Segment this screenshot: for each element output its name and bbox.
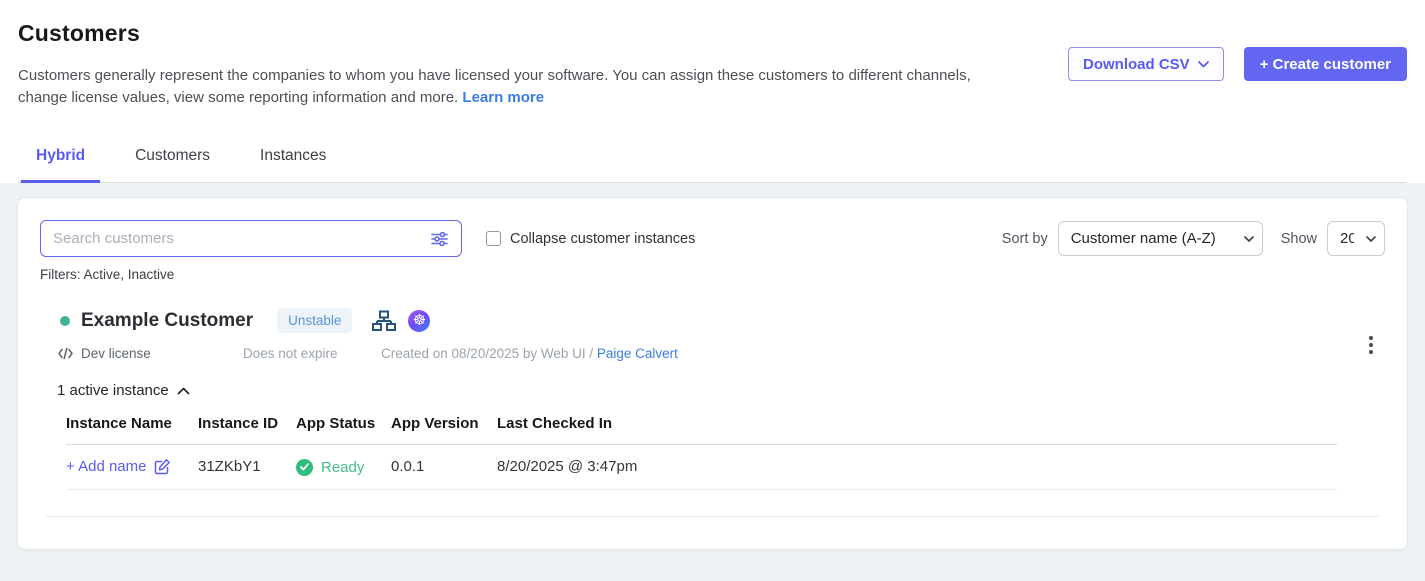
show-select[interactable]: 20 xyxy=(1327,221,1385,256)
create-customer-button[interactable]: + Create customer xyxy=(1244,47,1407,81)
tab-bar: Hybrid Customers Instances xyxy=(18,147,1407,183)
add-name-label: + Add name xyxy=(66,458,146,475)
collapse-instances-label: Collapse customer instances xyxy=(510,231,695,247)
show-select-wrap: 20 xyxy=(1327,221,1385,256)
sort-by-label: Sort by xyxy=(1002,231,1048,247)
install-type-icons: ☸ xyxy=(372,310,430,332)
edit-pencil-icon[interactable] xyxy=(154,458,171,475)
filter-sliders-icon[interactable] xyxy=(430,230,449,248)
download-csv-label: Download CSV xyxy=(1083,56,1190,73)
instances-table-header-row: Instance Name Instance ID App Status App… xyxy=(66,415,1337,445)
toolbar: Collapse customer instances Sort by Cust… xyxy=(40,220,1385,257)
toolbar-right: Sort by Customer name (A-Z) Show 20 xyxy=(1002,221,1385,256)
ready-check-icon xyxy=(296,459,313,476)
app-status-label: Ready xyxy=(321,459,364,476)
chevron-up-icon xyxy=(177,387,190,395)
sitemap-embedded-cluster-icon xyxy=(372,310,396,332)
collapse-instances-checkbox[interactable] xyxy=(486,231,501,246)
last-checked-in-cell: 8/20/2025 @ 3:47pm xyxy=(497,445,1337,490)
instances-summary-label: 1 active instance xyxy=(57,382,169,399)
instances-toggle[interactable]: 1 active instance xyxy=(40,382,1385,399)
app-version-cell: 0.0.1 xyxy=(391,445,497,490)
col-header-instance-name: Instance Name xyxy=(66,415,198,445)
customer-list-divider xyxy=(46,516,1379,517)
customer-name[interactable]: Example Customer xyxy=(81,310,253,332)
tab-customers[interactable]: Customers xyxy=(120,147,225,183)
instances-table: Instance Name Instance ID App Status App… xyxy=(66,415,1337,490)
customer-meta-row: Dev license Does not expire Created on 0… xyxy=(40,346,1385,361)
kubernetes-icon: ☸ xyxy=(408,310,430,332)
customers-card: Collapse customer instances Sort by Cust… xyxy=(17,197,1408,550)
learn-more-link[interactable]: Learn more xyxy=(462,89,544,106)
content-area: Collapse customer instances Sort by Cust… xyxy=(0,183,1425,581)
collapse-instances-control: Collapse customer instances xyxy=(486,231,695,247)
active-status-dot-icon xyxy=(60,316,70,326)
col-header-instance-id: Instance ID xyxy=(198,415,296,445)
customer-name-row: Example Customer Unstable ☸ xyxy=(40,308,1385,333)
col-header-last-checked-in: Last Checked In xyxy=(497,415,1337,445)
customer-options-kebab-icon[interactable] xyxy=(1365,332,1377,358)
channel-badge: Unstable xyxy=(277,308,352,333)
sort-select-wrap: Customer name (A-Z) xyxy=(1058,221,1263,256)
tab-hybrid[interactable]: Hybrid xyxy=(21,147,100,183)
page-description: Customers generally represent the compan… xyxy=(18,65,983,109)
license-type-label: Dev license xyxy=(81,346,151,361)
add-name-link[interactable]: + Add name xyxy=(66,458,171,475)
license-type: Dev license xyxy=(57,346,243,361)
license-expiry: Does not expire xyxy=(243,346,381,361)
instance-id-cell: 31ZKbY1 xyxy=(198,445,296,490)
app-status-cell: Ready xyxy=(296,459,364,476)
page-header: Customers Download CSV + Create customer… xyxy=(0,0,1425,183)
customer-row: Example Customer Unstable ☸ xyxy=(40,308,1385,490)
sort-select[interactable]: Customer name (A-Z) xyxy=(1058,221,1263,256)
search-box xyxy=(40,220,462,257)
table-row: + Add name 31ZKbY1 xyxy=(66,445,1337,490)
created-text: Created on 08/20/2025 by Web UI / xyxy=(381,346,597,361)
col-header-app-status: App Status xyxy=(296,415,391,445)
col-header-app-version: App Version xyxy=(391,415,497,445)
page-title: Customers xyxy=(18,20,1407,47)
show-label: Show xyxy=(1281,231,1317,247)
search-input[interactable] xyxy=(53,230,430,247)
created-by-link[interactable]: Paige Calvert xyxy=(597,346,678,361)
chevron-down-icon xyxy=(1198,61,1209,68)
active-filters-label: Filters: Active, Inactive xyxy=(40,267,1385,282)
created-info: Created on 08/20/2025 by Web UI / Paige … xyxy=(381,346,678,361)
download-csv-button[interactable]: Download CSV xyxy=(1068,47,1224,81)
tab-instances[interactable]: Instances xyxy=(245,147,341,183)
header-actions: Download CSV + Create customer xyxy=(1068,47,1407,81)
code-brackets-icon xyxy=(57,346,74,361)
